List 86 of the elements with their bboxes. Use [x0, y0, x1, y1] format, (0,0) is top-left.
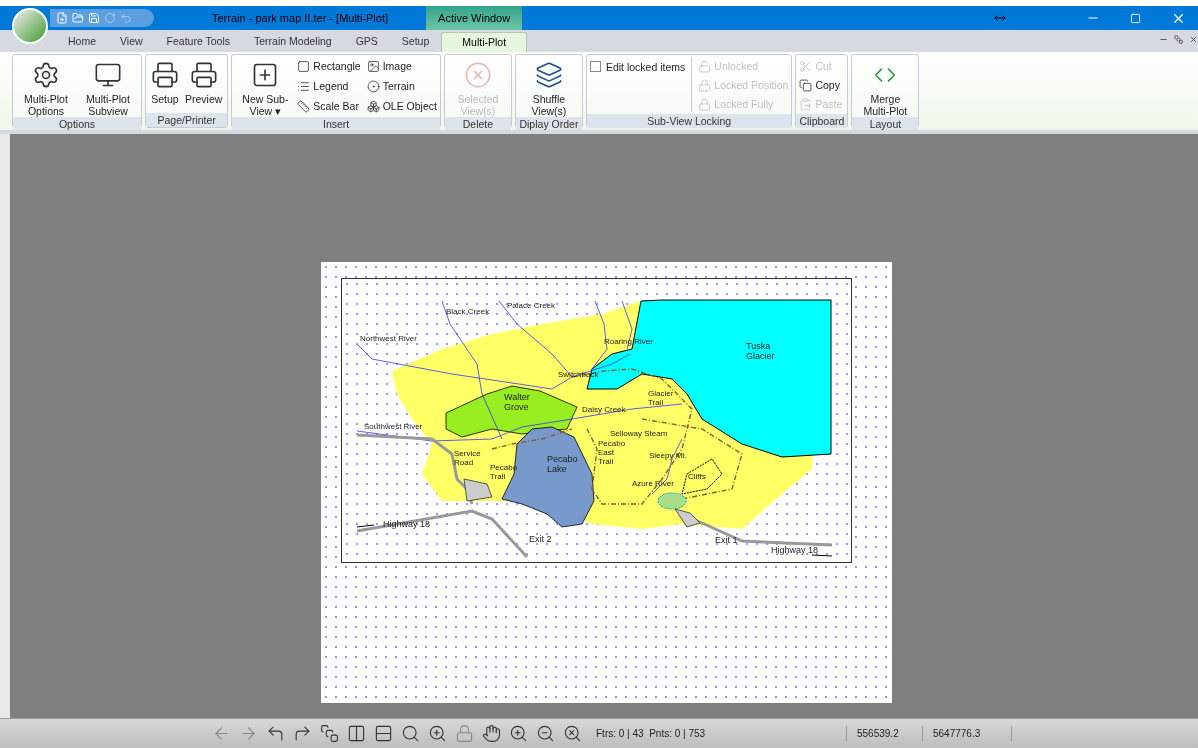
map-label: Daisy Creek [582, 405, 626, 415]
rows-icon[interactable] [374, 724, 393, 743]
hand-icon[interactable] [482, 724, 501, 743]
zoom-in-icon[interactable] [428, 724, 447, 743]
map-label: Exit 2 [529, 534, 552, 545]
scissors-icon [799, 60, 813, 73]
ribbon-tab[interactable]: Home [56, 32, 108, 52]
forward-arrow-icon[interactable] [293, 724, 312, 743]
search-icon[interactable] [401, 724, 420, 743]
map-label: Palace Creek [507, 301, 556, 311]
group-label: Clipboard [796, 114, 848, 128]
maximize-icon[interactable] [1130, 12, 1141, 24]
ribbon-small-button[interactable]: OLE Object [366, 97, 437, 116]
context-tab-title: Active Window [426, 6, 523, 30]
map-label: Sleepy Mt. [649, 451, 687, 461]
lock-icon [698, 79, 712, 92]
ribbon-button[interactable]: Multi-Plot Options [16, 57, 76, 117]
map-label: Walter Grove [504, 392, 531, 413]
ribbon-tab[interactable]: View [108, 32, 155, 52]
x-circle-icon [463, 61, 492, 89]
ribbon-small-button[interactable]: Legend [297, 77, 361, 96]
back-arrow-icon[interactable] [266, 724, 285, 743]
folder-icon[interactable] [72, 12, 84, 24]
group-label: Page/Printer [146, 113, 228, 127]
ribbon-tab[interactable]: GPS [343, 32, 390, 52]
ribbon-small-button[interactable]: Copy [799, 76, 843, 95]
ribbon-tab[interactable]: Setup [389, 32, 442, 52]
ribbon-button[interactable]: Merge Multi-Plot [855, 57, 916, 117]
zoom-in-icon[interactable] [509, 724, 528, 743]
ribbon-tab[interactable]: Feature Tools [154, 32, 243, 52]
ribbon-button[interactable]: Multi-Plot Subview [78, 57, 138, 117]
map-label: Highway 18 [383, 519, 431, 530]
map-label: Black Creek [446, 307, 490, 317]
ribbon-button[interactable]: Preview [183, 57, 225, 113]
mdi-close-icon[interactable] [1189, 35, 1198, 44]
map-label: Roaring River [604, 337, 653, 347]
ruler-icon [297, 100, 311, 113]
ribbon-small-button[interactable]: Scale Bar [297, 97, 361, 116]
checkbox-control[interactable]: Edit locked items [589, 57, 693, 112]
ribbon-button[interactable]: Setup [149, 57, 181, 113]
rectangle-icon [297, 60, 311, 73]
y-coordinate: 5647776.3 [922, 726, 1012, 741]
window-title: Terrain - park map II.ter - [Multi-Plot] [212, 10, 389, 26]
ribbon-button[interactable]: New Sub-View ▾ [235, 57, 296, 117]
map-label: Service Road [454, 449, 482, 468]
group-label: Layout [852, 117, 919, 131]
group-label: Diplay Order [515, 117, 582, 131]
zoom-cancel-icon[interactable] [563, 724, 582, 743]
group-label: Sub-View Locking [586, 114, 792, 128]
gear-icon [32, 61, 60, 89]
new-file-icon[interactable] [56, 12, 68, 24]
app-logo-icon[interactable] [12, 8, 48, 44]
x-coordinate: 556539.2 [846, 726, 922, 741]
map-label: Pecabo Lake [547, 454, 579, 475]
zoom-out-icon[interactable] [536, 724, 555, 743]
paste-icon [799, 98, 813, 111]
map-label: Selloway Steam [610, 429, 668, 439]
copy-icon [799, 79, 813, 92]
save-icon[interactable] [88, 12, 100, 24]
ribbon-tab[interactable]: Terrain Modeling [242, 32, 344, 52]
ribbon-small-button[interactable]: Rectangle [297, 57, 361, 76]
checkbox-label: Edit locked items [605, 60, 686, 75]
map-label: Tuska Glacier [746, 341, 776, 362]
stacked-squares-icon [534, 61, 563, 89]
printer-icon [151, 61, 179, 89]
objects-icon [366, 100, 380, 113]
group-label: Options [13, 117, 141, 131]
group-label: Delete [444, 117, 511, 131]
ribbon-small-button[interactable]: Terrain [366, 77, 437, 96]
ribbon-small-button[interactable]: Image [366, 57, 437, 76]
map-label: Highway 18 [771, 545, 819, 556]
group-label: Insert [232, 117, 440, 131]
ribbon-button[interactable]: Shuffle View(s) [518, 57, 579, 117]
cascade-windows-icon[interactable] [320, 724, 339, 743]
map-label: Cliffs [688, 472, 706, 482]
map-label: Exit 1 [715, 535, 738, 546]
image-icon [366, 60, 380, 73]
feature-counts: Ftrs: 0 | 43 Pnts: 0 | 753 [596, 727, 707, 741]
unlock-icon [698, 60, 712, 73]
columns-icon[interactable] [347, 724, 366, 743]
list-icon [297, 80, 311, 93]
map-label: Glacier Trail [648, 389, 675, 408]
map-label: Northwest River [360, 334, 417, 344]
checkbox[interactable] [589, 61, 601, 72]
ribbon-tab[interactable]: Multi-Plot [441, 32, 528, 52]
lock-icon [698, 98, 712, 111]
